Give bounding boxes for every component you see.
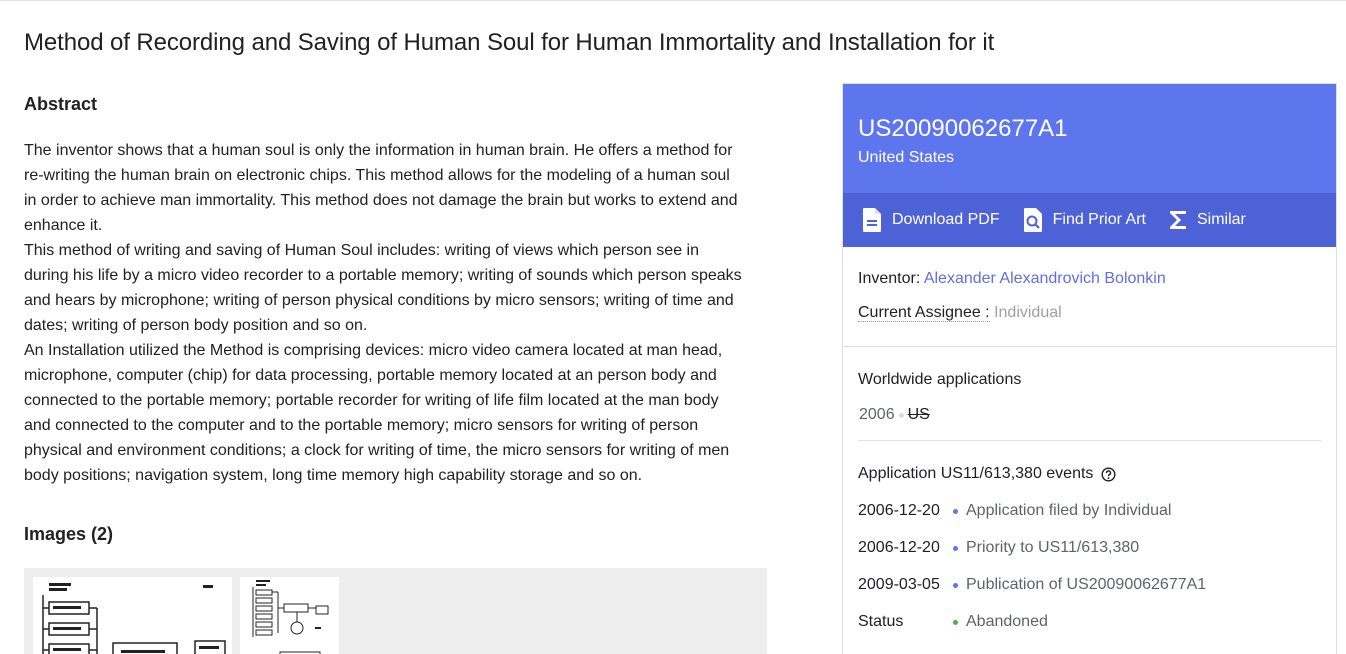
event-row: 2006-12-20 Priority to US11/613,380 (858, 538, 1321, 558)
pdf-icon (863, 208, 881, 232)
inventor-link[interactable]: Alexander Alexandrovich Bolonkin (924, 270, 1166, 287)
abstract-paragraph: The inventor shows that a human soul is … (24, 142, 738, 234)
patent-image-thumbnail[interactable] (33, 577, 232, 654)
worldwide-entry: 2006 US (858, 406, 1321, 441)
worldwide-year: 2006 (859, 406, 895, 423)
assignee-value: Individual (994, 304, 1062, 321)
event-row: 2006-12-20 Application filed by Individu… (858, 501, 1321, 521)
publication-number: US20090062677A1 (858, 115, 1068, 142)
similar-label: Similar (1196, 211, 1246, 228)
patent-summary-panel: US20090062677A1 United States Download P… (842, 83, 1337, 654)
panel-actions: Download PDF Find Prior Art Similar (843, 193, 1336, 247)
event-row: 2009-03-05 Publication of US20090062677A… (858, 575, 1321, 595)
separator-dot (898, 412, 904, 418)
find-prior-art-button[interactable]: Find Prior Art (1022, 207, 1146, 233)
find-prior-art-label: Find Prior Art (1052, 211, 1146, 228)
worldwide-applications: Worldwide applications 2006 US (843, 347, 1336, 441)
page-title: Method of Recording and Saving of Human … (24, 29, 995, 56)
event-dot (953, 545, 958, 551)
patent-page: Method of Recording and Saving of Human … (0, 0, 1346, 654)
status-row: Status Abandoned (858, 612, 1321, 632)
event-dot (953, 508, 958, 514)
figure-drawing (42, 583, 226, 654)
event-description: Publication of US20090062677A1 (966, 576, 1207, 593)
event-date: 2006-12-20 (858, 539, 940, 556)
inventor-label: Inventor: (858, 270, 921, 287)
abstract-heading: Abstract (24, 94, 98, 114)
inventor-row: Inventor: Alexander Alexandrovich Bolonk… (858, 269, 1321, 289)
events-heading-text: Application US11/613,380 events (858, 465, 1094, 482)
assignee-row: Current Assignee : Individual (858, 303, 1321, 323)
patent-image-thumbnail[interactable] (240, 577, 339, 654)
publication-country: United States (858, 149, 955, 166)
event-description: Priority to US11/613,380 (966, 539, 1140, 556)
status-label: Status (858, 613, 904, 630)
events-heading: Application US11/613,380 events (858, 464, 1321, 484)
application-events: Application US11/613,380 events 2006-12-… (843, 441, 1336, 632)
abstract-paragraph: This method of writing and saving of Hum… (24, 242, 742, 334)
event-description: Application filed by Individual (966, 502, 1172, 519)
status-dot (953, 619, 958, 625)
help-icon[interactable] (1101, 466, 1116, 482)
search-doc-icon (1023, 208, 1042, 232)
worldwide-country-link[interactable]: US (908, 406, 930, 424)
panel-header: US20090062677A1 United States (843, 84, 1336, 193)
event-date: 2006-12-20 (858, 502, 940, 519)
similar-button[interactable]: Similar (1168, 209, 1246, 231)
download-pdf-button[interactable]: Download PDF (861, 207, 1000, 233)
abstract-paragraph: An Installation utilized the Method is c… (24, 342, 730, 484)
people-section: Inventor: Alexander Alexandrovich Bolonk… (843, 247, 1336, 347)
event-date: 2009-03-05 (858, 576, 940, 593)
status-value: Abandoned (966, 613, 1048, 630)
event-dot (953, 582, 958, 588)
image-gallery (24, 568, 767, 654)
sigma-icon (1169, 211, 1186, 229)
assignee-label[interactable]: Current Assignee : (858, 304, 990, 322)
worldwide-heading: Worldwide applications (858, 371, 1022, 388)
abstract-text: The inventor shows that a human soul is … (24, 138, 742, 488)
images-heading: Images (2) (24, 524, 114, 544)
download-pdf-label: Download PDF (892, 211, 1000, 228)
figure-drawing (252, 580, 329, 654)
